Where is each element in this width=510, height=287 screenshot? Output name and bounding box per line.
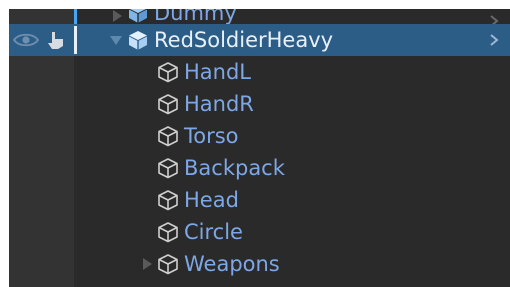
chevron-right-icon[interactable] bbox=[487, 33, 501, 47]
prefab-cube-icon bbox=[129, 9, 147, 23]
hierarchy-item-dummy[interactable]: Dummy bbox=[9, 9, 510, 27]
hierarchy-item-head[interactable]: Head bbox=[9, 184, 510, 216]
accent-bar bbox=[74, 9, 77, 24]
collapse-arrow-icon[interactable] bbox=[109, 32, 125, 48]
visibility-controls bbox=[9, 24, 74, 56]
hierarchy-item-handl[interactable]: HandL bbox=[9, 56, 510, 88]
gameobject-cube-icon bbox=[158, 62, 178, 83]
expand-arrow-icon[interactable] bbox=[139, 256, 155, 272]
expand-arrow-icon[interactable] bbox=[109, 9, 125, 24]
hierarchy-item-backpack[interactable]: Backpack bbox=[9, 152, 510, 184]
hierarchy-item-label: Dummy bbox=[154, 9, 237, 25]
gameobject-cube-icon bbox=[158, 94, 178, 115]
hierarchy-item-torso[interactable]: Torso bbox=[9, 120, 510, 152]
hierarchy-item-weapons[interactable]: Weapons bbox=[9, 248, 510, 280]
gameobject-cube-icon bbox=[158, 190, 178, 211]
hierarchy-item-label: HandL bbox=[184, 59, 251, 84]
accent-bar bbox=[74, 26, 77, 54]
hierarchy-item-label: Head bbox=[184, 187, 239, 212]
hierarchy-item-label: Torso bbox=[184, 123, 239, 148]
hierarchy-item-label: Weapons bbox=[184, 251, 280, 276]
hierarchy-item-label: Backpack bbox=[184, 155, 285, 180]
hierarchy-item-circle[interactable]: Circle bbox=[9, 216, 510, 248]
eye-icon[interactable] bbox=[13, 31, 39, 49]
pickable-hand-icon[interactable] bbox=[45, 29, 67, 51]
gameobject-cube-icon bbox=[158, 222, 178, 243]
hierarchy-item-handr[interactable]: HandR bbox=[9, 88, 510, 120]
gameobject-cube-icon bbox=[158, 158, 178, 179]
hierarchy-item-label: HandR bbox=[184, 91, 254, 116]
gameobject-cube-icon bbox=[158, 254, 178, 275]
gameobject-cube-icon bbox=[158, 126, 178, 147]
hierarchy-panel: Dummy RedSoldierHeavy HandL HandR Torso … bbox=[9, 9, 510, 287]
hierarchy-item-label: Circle bbox=[184, 219, 243, 244]
prefab-cube-icon bbox=[129, 31, 147, 50]
hierarchy-item-redsoldierheavy[interactable]: RedSoldierHeavy bbox=[9, 24, 510, 56]
hierarchy-tree: Dummy RedSoldierHeavy HandL HandR Torso … bbox=[9, 9, 510, 280]
hierarchy-item-label: RedSoldierHeavy bbox=[154, 27, 334, 52]
